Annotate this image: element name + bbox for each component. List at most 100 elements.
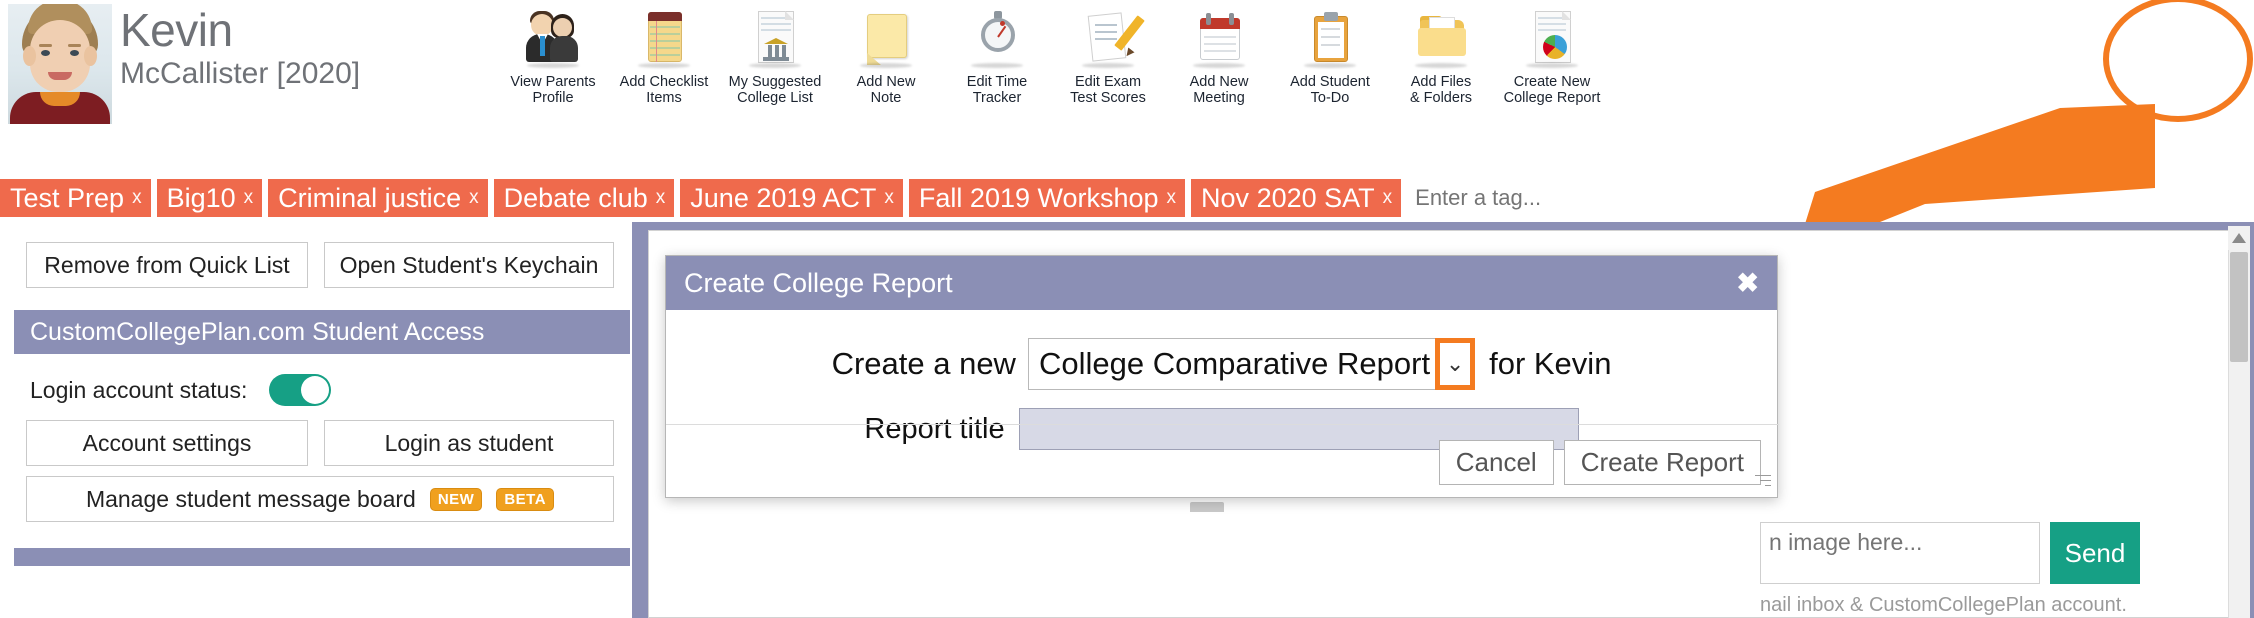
tag-label: Debate club <box>503 183 648 213</box>
toolbar-label-line2: Items <box>646 90 682 106</box>
toolbar-label-line1: View Parents <box>510 74 596 90</box>
toolbar-item-view-parents-profile[interactable]: View Parents Profile <box>500 2 606 120</box>
message-input[interactable] <box>1760 522 2040 584</box>
toolbar-label-line2: College Report <box>1503 90 1601 106</box>
toolbar-item-add-files-and-folders[interactable]: Add Files & Folders <box>1388 2 1494 120</box>
college-document-icon <box>747 8 803 70</box>
toolbar-label-line2: Meeting <box>1193 90 1245 106</box>
toolbar-label: Edit Time Tracker <box>941 74 1053 106</box>
modal-title: Create College Report <box>684 267 953 298</box>
page-root: Kevin McCallister [2020] View Parents Pr… <box>0 0 2254 618</box>
create-suffix-label: for Kevin <box>1489 346 1612 381</box>
student-header: Kevin McCallister [2020] View Parents Pr… <box>0 0 2254 124</box>
create-report-button[interactable]: Create Report <box>1563 439 1761 485</box>
toolbar-item-add-new-meeting[interactable]: Add New Meeting <box>1166 2 1272 120</box>
toolbar-label-line2: & Folders <box>1409 90 1473 106</box>
toolbar-label-line1: Add Files <box>1410 74 1472 90</box>
toolbar-label-line1: Add Checklist <box>619 74 709 90</box>
modal-body: Create a new College Comparative Report … <box>666 310 1777 450</box>
student-name-block: Kevin McCallister [2020] <box>120 4 360 92</box>
toolbar-label: Create New College Report <box>1496 74 1608 106</box>
action-toolbar: View Parents Profile Add Checklist Items <box>500 2 2254 120</box>
tag-remove-icon[interactable]: x <box>244 179 254 217</box>
modal-drag-handle[interactable] <box>1190 502 1224 512</box>
toolbar-label-line1: Add New <box>856 74 916 90</box>
tag-label: Big10 <box>166 183 236 213</box>
toolbar-label-line2: Note <box>870 90 902 106</box>
toolbar-item-add-new-note[interactable]: Add New Note <box>833 2 939 120</box>
login-status-label: Login account status: <box>30 376 248 403</box>
tag-remove-icon[interactable]: x <box>1383 179 1393 217</box>
tag-remove-icon[interactable]: x <box>884 179 894 217</box>
toolbar-label: View Parents Profile <box>497 74 609 106</box>
remove-from-quick-list-button[interactable]: Remove from Quick List <box>26 242 308 288</box>
quick-actions-row: Remove from Quick List Open Student's Ke… <box>26 242 614 288</box>
tag-chip[interactable]: Big10 x <box>156 179 263 217</box>
badge-beta: BETA <box>496 487 555 511</box>
login-as-student-button[interactable]: Login as student <box>324 420 614 466</box>
tag-remove-icon[interactable]: x <box>656 179 666 217</box>
report-type-dropdown-toggle[interactable]: ⌄ <box>1435 338 1476 390</box>
toolbar-label: Add Checklist Items <box>608 74 720 106</box>
tag-label: June 2019 ACT <box>690 183 877 213</box>
create-college-report-modal: Create College Report ✖ Create a new Col… <box>665 255 1779 512</box>
modal-footer: Cancel Create Report <box>666 424 1779 499</box>
toolbar-label-line1: Create New <box>1513 74 1591 90</box>
tag-remove-icon[interactable]: x <box>132 179 142 217</box>
manage-message-board-label: Manage student message board <box>85 485 416 512</box>
stopwatch-icon <box>969 8 1025 70</box>
toolbar-item-add-student-to-do[interactable]: Add Student To-Do <box>1277 2 1383 120</box>
send-button[interactable]: Send <box>2050 522 2140 584</box>
clipboard-icon <box>1302 8 1358 70</box>
account-settings-button[interactable]: Account settings <box>26 420 308 466</box>
tag-remove-icon[interactable]: x <box>469 179 479 217</box>
toolbar-item-edit-time-tracker[interactable]: Edit Time Tracker <box>944 2 1050 120</box>
report-type-row: Create a new College Comparative Report … <box>666 338 1777 390</box>
sticky-note-icon <box>858 8 914 70</box>
toolbar-item-edit-exam-test-scores[interactable]: Edit Exam Test Scores <box>1055 2 1161 120</box>
student-access-header: CustomCollegePlan.com Student Access <box>14 310 630 354</box>
student-first-name: Kevin <box>120 4 233 56</box>
login-status-toggle[interactable] <box>269 374 332 406</box>
toolbar-item-my-suggested-college-list[interactable]: My Suggested College List <box>722 2 828 120</box>
tag-remove-icon[interactable]: x <box>1167 179 1177 217</box>
login-status-row: Login account status: <box>30 374 332 406</box>
toolbar-item-create-new-college-report[interactable]: Create New College Report <box>1499 2 1605 120</box>
tag-chip[interactable]: June 2019 ACT x <box>680 179 903 217</box>
toolbar-label-line2: Tracker <box>972 90 1022 106</box>
toolbar-label-line1: Add Student <box>1290 74 1370 90</box>
toolbar-item-add-checklist-items[interactable]: Add Checklist Items <box>611 2 717 120</box>
toolbar-label-line1: Edit Exam <box>1074 74 1142 90</box>
modal-resize-grip[interactable] <box>1753 475 1771 493</box>
tag-chip[interactable]: Test Prep x <box>0 179 151 217</box>
close-icon[interactable]: ✖ <box>1736 269 1759 297</box>
pie-report-icon <box>1524 8 1580 70</box>
toolbar-label: Add Student To-Do <box>1274 74 1386 106</box>
exam-pencil-icon <box>1080 8 1145 70</box>
tag-label: Criminal justice <box>278 183 462 213</box>
tag-chip[interactable]: Nov 2020 SAT x <box>1191 179 1402 217</box>
toolbar-label-line2: To-Do <box>1310 90 1350 106</box>
toolbar-label-line2: College List <box>737 90 813 106</box>
chevron-down-icon: ⌄ <box>1445 351 1465 376</box>
toolbar-label: Add New Note <box>830 74 942 106</box>
open-student-keychain-button[interactable]: Open Student's Keychain <box>324 242 614 288</box>
cancel-button[interactable]: Cancel <box>1438 439 1554 485</box>
student-last-name-year: McCallister [2020] <box>120 57 361 90</box>
toolbar-label-line1: Add New <box>1189 74 1249 90</box>
toolbar-label-line1: My Suggested <box>728 74 822 90</box>
tag-label: Fall 2019 Workshop <box>918 183 1159 213</box>
toolbar-label: Add New Meeting <box>1163 74 1275 106</box>
tag-chip[interactable]: Criminal justice x <box>268 179 488 217</box>
modal-header[interactable]: Create College Report ✖ <box>666 256 1777 310</box>
tag-input[interactable] <box>1413 184 1714 212</box>
tag-chip[interactable]: Fall 2019 Workshop x <box>908 179 1186 217</box>
report-type-select[interactable]: College Comparative Report <box>1027 338 1438 390</box>
vertical-scrollbar-thumb[interactable] <box>2230 252 2248 362</box>
toolbar-label-line2: Test Scores <box>1070 90 1146 106</box>
toolbar-label-line2: Profile <box>532 90 574 106</box>
tag-chip[interactable]: Debate club x <box>493 179 675 217</box>
parents-icon <box>525 8 581 70</box>
manage-message-board-button[interactable]: Manage student message board NEW BETA <box>26 476 614 522</box>
scroll-up-arrow-icon[interactable] <box>2228 226 2250 250</box>
